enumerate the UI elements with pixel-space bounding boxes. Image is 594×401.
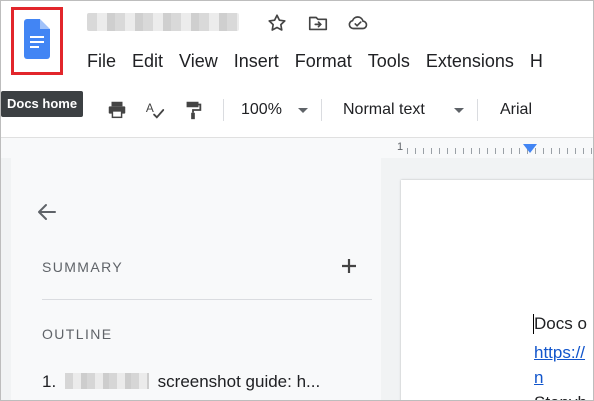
toolbar: A 100% Normal text Arial [1,89,593,131]
menu-tools[interactable]: Tools [368,51,410,75]
menu-insert[interactable]: Insert [234,51,279,75]
outline-item-text: screenshot guide: h... [157,372,321,391]
menu-view[interactable]: View [179,51,218,75]
doc-link-continuation[interactable]: n [534,368,543,388]
outline-side-panel: SUMMARY OUTLINE 1. screenshot guide: h..… [11,158,381,400]
print-icon[interactable] [106,99,128,121]
ruler: 1 [1,137,593,158]
summary-label: SUMMARY [42,259,124,275]
style-select[interactable]: Normal text [343,101,425,119]
doc-link[interactable]: https:// [534,343,585,363]
back-arrow-icon[interactable] [35,200,59,224]
style-caret-icon[interactable] [454,108,464,113]
menu-format[interactable]: Format [295,51,352,75]
menu-edit[interactable]: Edit [132,51,163,75]
document-title-blurred[interactable] [87,13,239,31]
workspace: SUMMARY OUTLINE 1. screenshot guide: h..… [1,158,593,400]
document-page[interactable]: Docs o https:// n Stepvh [401,180,593,400]
move-to-folder-icon[interactable] [307,12,329,34]
svg-text:A: A [146,101,154,115]
menu-file[interactable]: File [87,51,116,75]
spellcheck-icon[interactable]: A [144,99,166,121]
star-icon[interactable] [266,12,288,34]
ruler-ticks [407,148,593,154]
paint-format-icon[interactable] [182,99,204,121]
zoom-select[interactable]: 100% [241,101,282,119]
app-window: File Edit View Insert Format Tools Exten… [0,0,594,401]
docs-logo-icon[interactable] [24,19,50,59]
menu-extensions[interactable]: Extensions [426,51,514,75]
outline-item-number: 1. [42,372,57,391]
menu-bar: File Edit View Insert Format Tools Exten… [87,51,559,75]
zoom-caret-icon[interactable] [298,108,308,113]
docs-home-highlight [11,7,63,75]
font-select[interactable]: Arial [500,101,532,119]
add-summary-icon[interactable] [341,258,357,274]
cloud-saved-icon[interactable] [347,12,369,34]
outline-item[interactable]: 1. screenshot guide: h... [42,372,320,392]
ruler-number: 1 [397,141,404,153]
indent-marker-icon[interactable] [523,144,537,153]
doc-line-4: Stepvh [534,393,587,400]
panel-divider [42,299,372,300]
docs-home-tooltip: Docs home [1,91,84,117]
menu-help[interactable]: H [530,51,543,75]
outline-item-blurred [64,373,149,389]
outline-label: OUTLINE [42,326,113,342]
doc-line-1: Docs o [534,314,587,333]
